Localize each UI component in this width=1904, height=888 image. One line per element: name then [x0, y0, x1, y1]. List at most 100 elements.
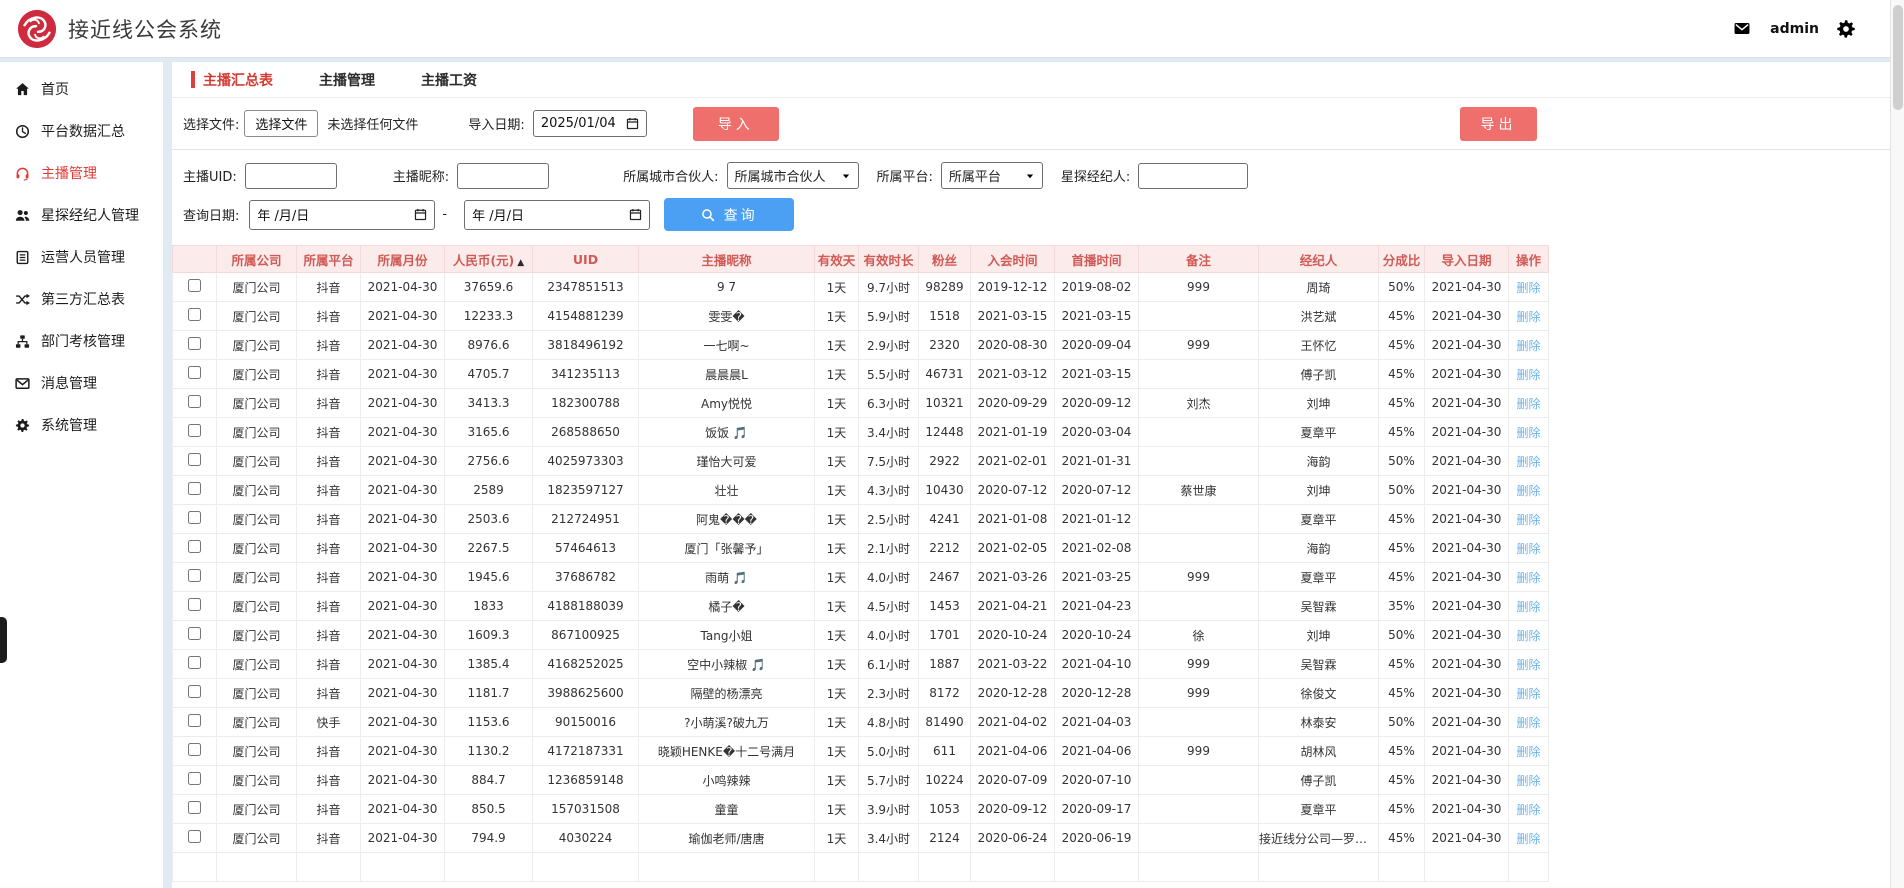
delete-link[interactable]: 删除 [1516, 339, 1540, 353]
query-date-end-input[interactable]: 年 /月/日 [464, 200, 650, 230]
tab-anchor-summary[interactable]: 主播汇总表 [180, 70, 296, 90]
delete-link[interactable]: 删除 [1516, 629, 1540, 643]
sidebar-item-operations-staff-management[interactable]: 运营人员管理 [0, 236, 163, 278]
delete-link[interactable]: 删除 [1516, 658, 1540, 672]
row-checkbox[interactable] [188, 685, 201, 698]
row-checkbox[interactable] [188, 830, 201, 843]
sidebar-item-system-management[interactable]: 系统管理 [0, 404, 163, 446]
column-header[interactable]: 人民币(元)▲ [445, 246, 533, 273]
platform-selected-value: 所属平台 [949, 166, 1001, 185]
row-checkbox[interactable] [188, 482, 201, 495]
row-checkbox[interactable] [188, 627, 201, 640]
row-checkbox[interactable] [188, 279, 201, 292]
table-cell [1509, 853, 1549, 882]
table-cell: 厦门公司 [217, 302, 297, 331]
column-header[interactable]: 操作 [1509, 246, 1549, 273]
row-checkbox[interactable] [188, 511, 201, 524]
uid-input[interactable] [245, 163, 337, 189]
delete-link[interactable]: 删除 [1516, 281, 1540, 295]
gear-icon[interactable] [1836, 19, 1856, 39]
row-checkbox[interactable] [188, 743, 201, 756]
row-checkbox[interactable] [188, 801, 201, 814]
scrollbar-thumb[interactable] [1893, 5, 1903, 110]
sidebar-item-anchor-management[interactable]: 主播管理 [0, 152, 163, 194]
delete-link[interactable]: 删除 [1516, 803, 1540, 817]
column-header[interactable]: 备注 [1139, 246, 1259, 273]
row-checkbox[interactable] [188, 569, 201, 582]
sidebar-item-third-party-summary[interactable]: 第三方汇总表 [0, 278, 163, 320]
column-header[interactable]: 所属平台 [297, 246, 361, 273]
city-partner-select[interactable]: 所属城市合伙人 [727, 162, 859, 189]
mail-icon[interactable] [1731, 20, 1753, 37]
column-header[interactable]: UID [533, 246, 639, 273]
sidebar-item-home[interactable]: 首页 [0, 68, 163, 110]
row-checkbox[interactable] [188, 453, 201, 466]
table-cell: 1453 [919, 592, 971, 621]
username[interactable]: admin [1770, 21, 1819, 37]
row-checkbox[interactable] [188, 714, 201, 727]
nickname-label: 主播昵称: [393, 166, 449, 185]
query-date-start-input[interactable]: 年 /月/日 [249, 200, 435, 230]
column-header[interactable]: 首播时间 [1055, 246, 1139, 273]
calendar-icon[interactable] [414, 208, 427, 221]
row-checkbox[interactable] [188, 337, 201, 350]
column-header[interactable]: 所属月份 [361, 246, 445, 273]
column-header[interactable]: 有效时长 [859, 246, 919, 273]
delete-link[interactable]: 删除 [1516, 774, 1540, 788]
column-header[interactable]: 导入日期 [1425, 246, 1509, 273]
table-cell: 2021-04-30 [361, 476, 445, 505]
column-header[interactable]: 分成比 [1379, 246, 1425, 273]
delete-link[interactable]: 删除 [1516, 571, 1540, 585]
row-checkbox[interactable] [188, 395, 201, 408]
calendar-icon[interactable] [626, 117, 639, 130]
delete-link[interactable]: 删除 [1516, 455, 1540, 469]
tab-anchor-salary[interactable]: 主播工资 [398, 70, 500, 90]
calendar-icon[interactable] [629, 208, 642, 221]
nickname-input[interactable] [457, 163, 549, 189]
delete-link[interactable]: 删除 [1516, 600, 1540, 614]
scout-agent-input[interactable] [1138, 163, 1248, 189]
column-header[interactable]: 入会时间 [971, 246, 1055, 273]
column-header[interactable]: 有效天 [815, 246, 859, 273]
delete-link[interactable]: 删除 [1516, 426, 1540, 440]
table-cell: 童童 [639, 795, 815, 824]
delete-link[interactable]: 删除 [1516, 745, 1540, 759]
delete-link[interactable]: 删除 [1516, 542, 1540, 556]
table-cell: 4.0小时 [859, 621, 919, 650]
delete-link[interactable]: 删除 [1516, 716, 1540, 730]
row-checkbox[interactable] [188, 656, 201, 669]
row-checkbox[interactable] [188, 424, 201, 437]
platform-select[interactable]: 所属平台 [941, 162, 1043, 189]
sidebar-item-department-assessment[interactable]: 部门考核管理 [0, 320, 163, 362]
column-header[interactable]: 粉丝 [919, 246, 971, 273]
row-checkbox[interactable] [188, 308, 201, 321]
delete-link[interactable]: 删除 [1516, 513, 1540, 527]
checkbox-cell [173, 418, 217, 447]
row-checkbox[interactable] [188, 366, 201, 379]
sidebar-item-platform-data-summary[interactable]: 平台数据汇总 [0, 110, 163, 152]
import-date-input[interactable]: 2025/01/04 [533, 110, 647, 137]
delete-link[interactable]: 删除 [1516, 397, 1540, 411]
file-select-button[interactable]: 选择文件 [244, 110, 318, 137]
row-checkbox[interactable] [188, 540, 201, 553]
delete-link[interactable]: 删除 [1516, 687, 1540, 701]
vertical-scrollbar[interactable] [1890, 0, 1904, 888]
query-button[interactable]: 查询 [664, 198, 794, 231]
row-checkbox[interactable] [188, 598, 201, 611]
tab-anchor-management[interactable]: 主播管理 [296, 70, 398, 90]
sidebar-item-message-management[interactable]: 消息管理 [0, 362, 163, 404]
column-header[interactable]: 所属公司 [217, 246, 297, 273]
delete-link[interactable]: 删除 [1516, 368, 1540, 382]
column-header[interactable]: 经纪人 [1259, 246, 1379, 273]
delete-link[interactable]: 删除 [1516, 832, 1540, 846]
column-header[interactable]: 主播昵称 [639, 246, 815, 273]
delete-link[interactable]: 删除 [1516, 310, 1540, 324]
table-cell: 2021-04-30 [361, 650, 445, 679]
table-cell: 2467 [919, 563, 971, 592]
row-checkbox[interactable] [188, 772, 201, 785]
table-cell: 4154881239 [533, 302, 639, 331]
sidebar-item-scout-agent-management[interactable]: 星探经纪人管理 [0, 194, 163, 236]
import-button[interactable]: 导入 [693, 107, 779, 141]
delete-link[interactable]: 删除 [1516, 484, 1540, 498]
export-button[interactable]: 导出 [1460, 107, 1537, 141]
